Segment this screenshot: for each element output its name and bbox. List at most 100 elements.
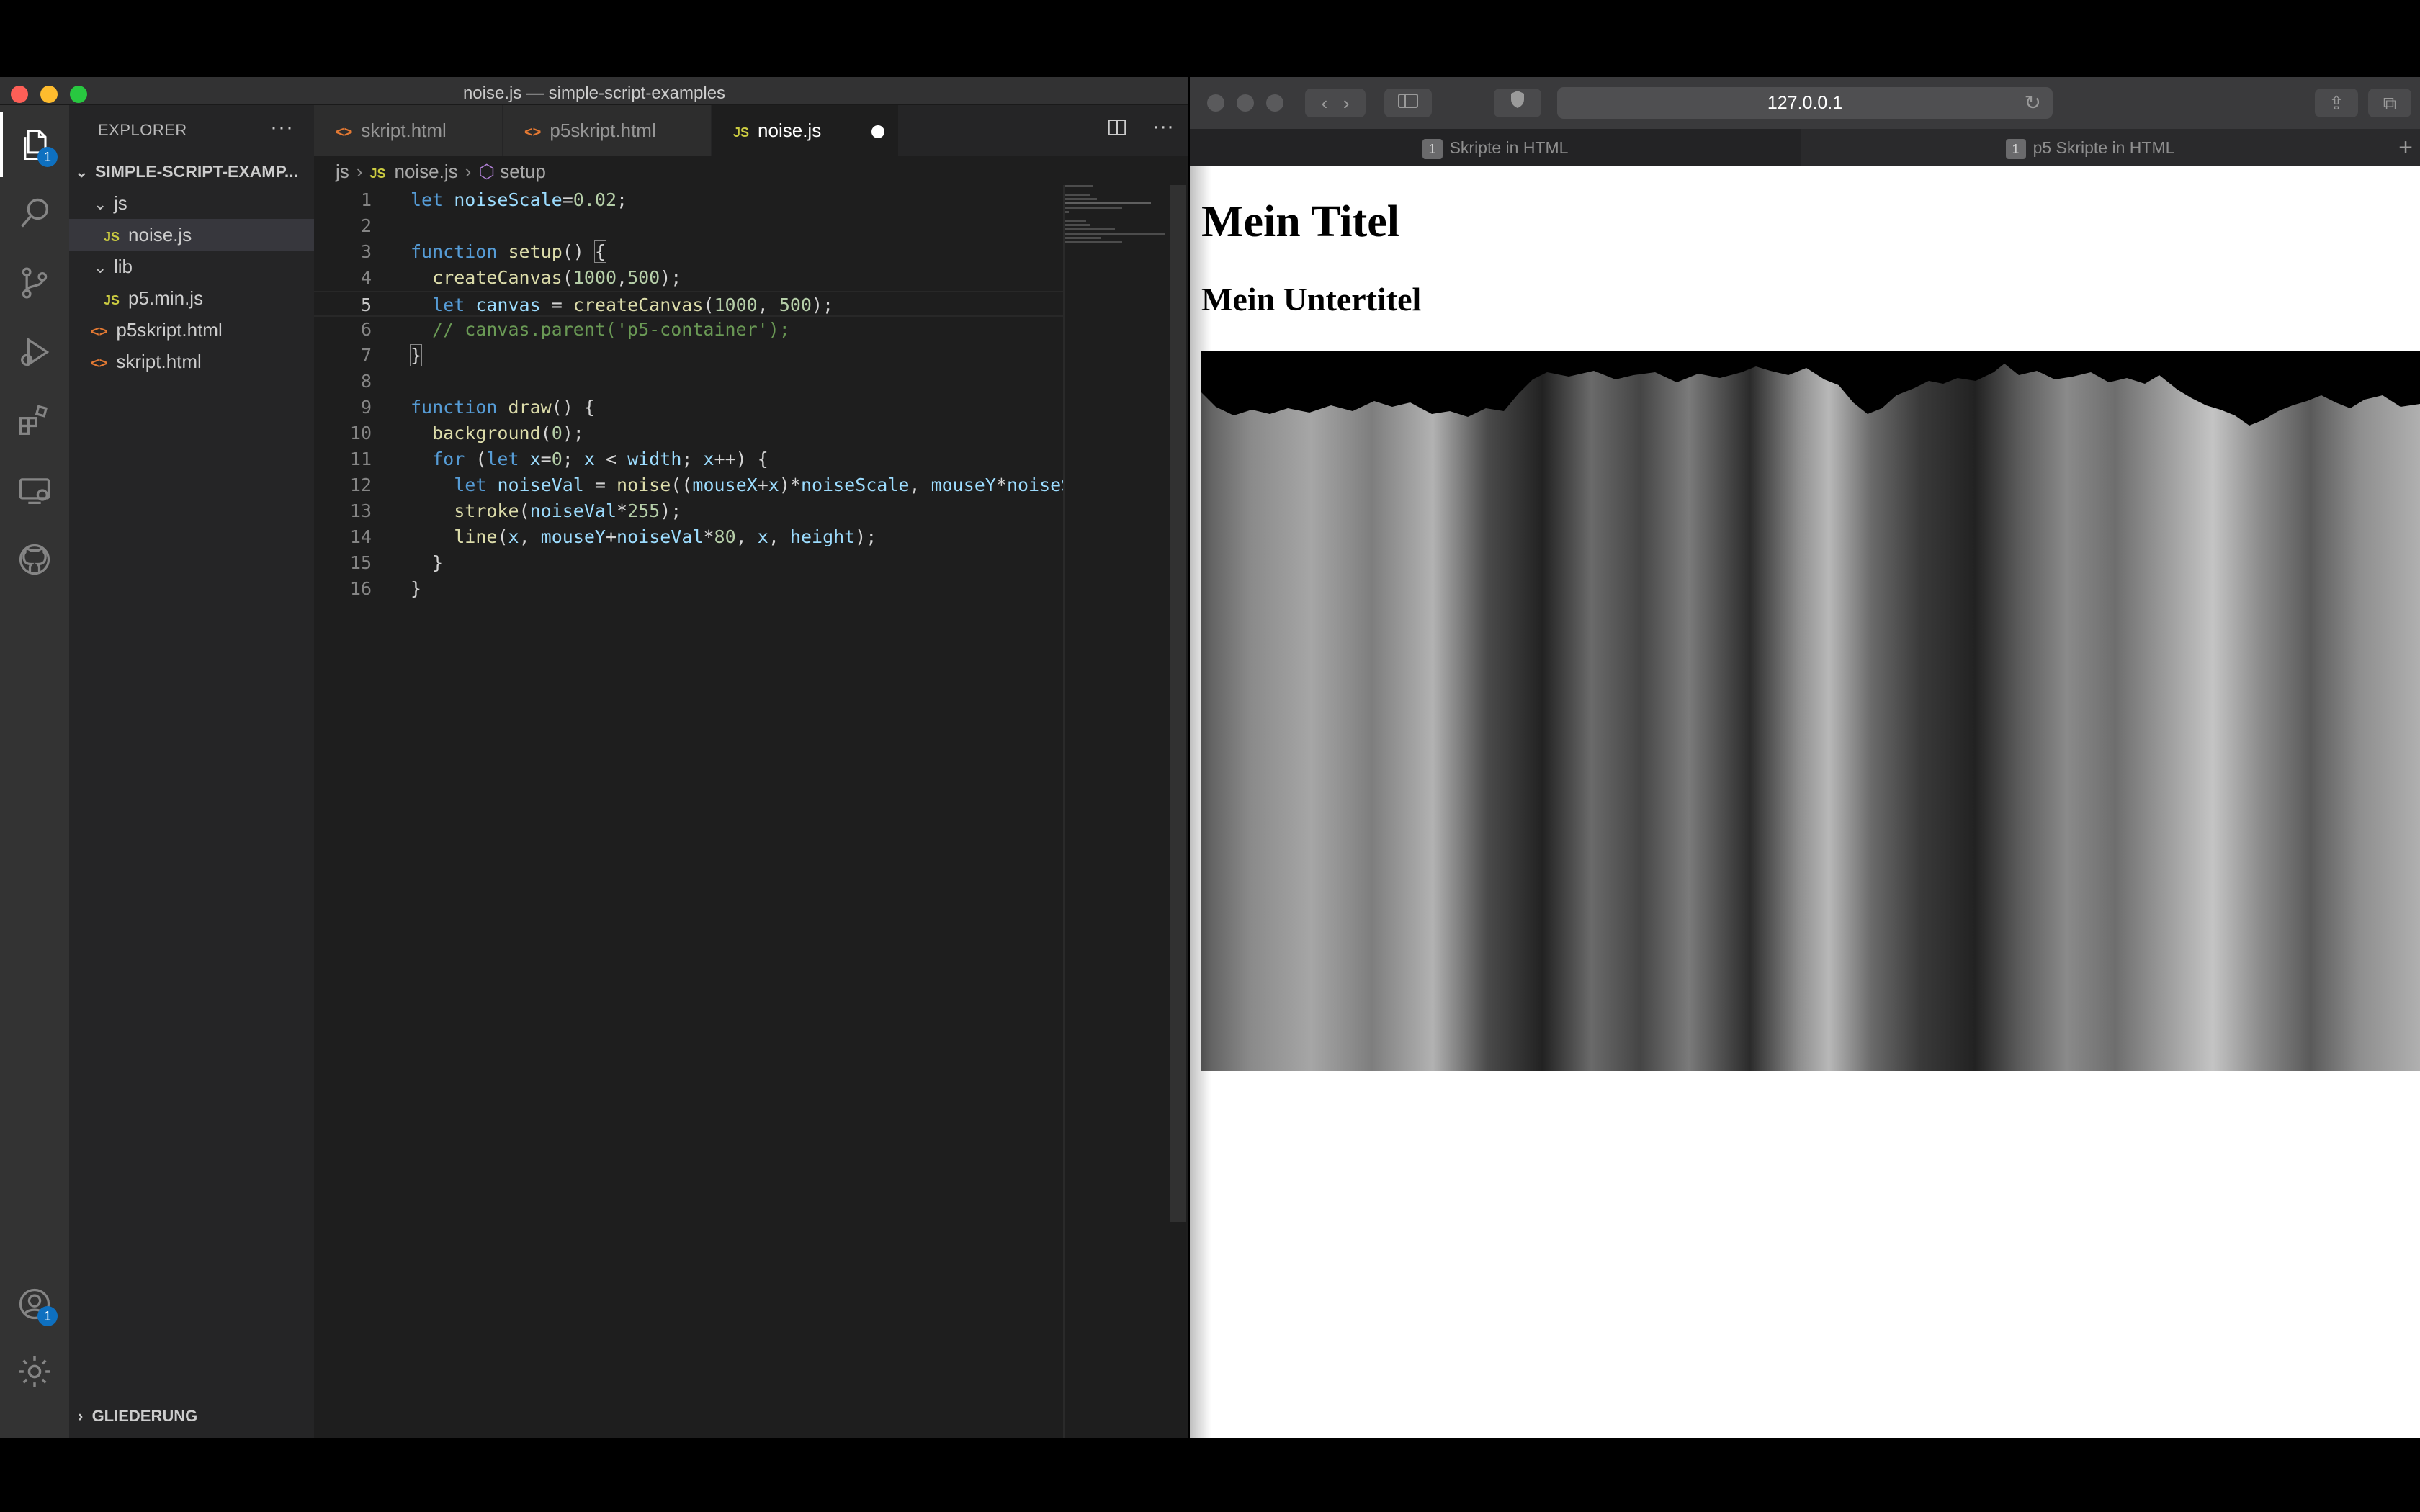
code-line: 11 for (let x=0; x < width; x++) {: [349, 449, 768, 469]
safari-tab-p5-skripte-in-html[interactable]: 1 p5 Skripte in HTML: [1802, 129, 2378, 166]
chevron-down-icon: ⌄: [94, 195, 107, 213]
html-file-icon: <>: [91, 356, 108, 372]
folder-lib[interactable]: ⌄ lib: [69, 251, 314, 282]
address-bar[interactable]: 127.0.0.1 ↻: [1557, 87, 2053, 119]
explorer-sidebar: EXPLORER ··· ⌄ SIMPLE-SCRIPT-EXAMP... ⌄ js…: [69, 105, 314, 1438]
file-noise-js[interactable]: JS noise.js: [69, 219, 314, 251]
activity-bar: 1 1: [0, 105, 69, 1438]
reload-icon[interactable]: ↻: [2025, 87, 2041, 119]
file-skript-html-label: skript.html: [116, 351, 202, 372]
noise-visualization: [1201, 351, 2420, 1071]
explorer-activity-button[interactable]: 1: [0, 112, 69, 177]
tabs-overview-icon: ⧉: [2383, 92, 2397, 114]
editor-tabs: <> skript.html <> p5skript.html JS noise.js…: [314, 105, 1188, 156]
source-control-activity-button[interactable]: [0, 251, 69, 315]
more-actions-button[interactable]: ···: [1152, 116, 1174, 144]
minimap[interactable]: [1065, 185, 1173, 329]
code-line: 13 stroke(noiseVal*255);: [349, 500, 682, 521]
remote-explorer-activity-button[interactable]: [0, 458, 69, 523]
unsaved-dot-icon[interactable]: [871, 125, 885, 139]
sidebar-toggle-button[interactable]: [1384, 89, 1432, 117]
run-debug-activity-button[interactable]: [0, 320, 69, 384]
breadcrumb-file[interactable]: noise.js: [394, 161, 457, 182]
p5-canvas[interactable]: [1201, 351, 2420, 1071]
js-file-icon: JS: [733, 125, 750, 140]
html-file-icon: <>: [336, 125, 353, 140]
code-line: 4 createCanvas(1000,500);: [360, 267, 682, 288]
code-line: 3 function setup() {: [360, 240, 606, 263]
accounts-activity-button[interactable]: 1: [0, 1272, 69, 1336]
new-tab-button[interactable]: +: [2398, 129, 2413, 166]
settings-gear-icon: [19, 1356, 50, 1387]
explorer-header: EXPLORER ···: [69, 105, 314, 156]
file-p5-min-js[interactable]: JS p5.min.js: [69, 282, 314, 314]
window-edge-shadow: [1190, 166, 1211, 1438]
page-title: Mein Titel: [1201, 197, 1399, 246]
chevron-right-icon: ›: [356, 161, 363, 182]
outline-section-header[interactable]: › GLIEDERUNG: [69, 1395, 314, 1438]
tab-favicon: 1: [2005, 138, 2026, 159]
editor-actions: ···: [1106, 116, 1174, 144]
folder-lib-label: lib: [114, 256, 133, 277]
chevron-right-icon: ›: [1343, 92, 1350, 114]
zoom-window-button[interactable]: [1266, 94, 1283, 112]
file-p5skript-html[interactable]: <> p5skript.html: [69, 314, 314, 346]
code-line: 6 // canvas.parent('p5-container');: [360, 319, 790, 340]
file-skript-html[interactable]: <> skript.html: [69, 346, 314, 377]
explorer-more-actions-button[interactable]: ···: [270, 115, 294, 140]
code-line: 14 line(x, mouseY+noiseVal*80, x, height…: [349, 526, 877, 547]
remote-explorer-icon: [19, 478, 50, 504]
tab-favicon: 1: [1422, 138, 1443, 159]
accounts-badge: 1: [37, 1306, 58, 1326]
chevron-right-icon: ›: [465, 161, 472, 182]
tab-skript-html[interactable]: <> skript.html: [314, 105, 503, 156]
extensions-icon: [19, 405, 48, 435]
folder-js[interactable]: ⌄ js: [69, 187, 314, 219]
symbol-method-icon: ⬡: [478, 161, 501, 182]
html-file-icon: <>: [524, 125, 542, 140]
split-editor-button[interactable]: [1106, 117, 1128, 144]
safari-tab-label: Skripte in HTML: [1449, 138, 1569, 157]
back-forward-buttons[interactable]: ‹ ›: [1305, 89, 1366, 117]
breadcrumb-symbol[interactable]: setup: [500, 161, 546, 182]
code-line: 15 }: [349, 552, 444, 573]
file-noise-js-label: noise.js: [128, 224, 192, 246]
code-line: 7}: [360, 344, 423, 366]
minimize-window-button[interactable]: [1237, 94, 1254, 112]
share-button[interactable]: ⇪: [2315, 89, 2358, 117]
safari-toolbar: ‹ › 127.0.0.1 ↻ ⇪ ⧉: [1190, 77, 2420, 129]
tab-label: noise.js: [758, 120, 822, 141]
js-file-icon: JS: [369, 166, 386, 181]
tab-noise-js[interactable]: JS noise.js: [712, 105, 899, 156]
breadcrumb: js › JS noise.js › ⬡ setup: [336, 156, 546, 187]
workspace-root-folder[interactable]: ⌄ SIMPLE-SCRIPT-EXAMP...: [69, 156, 314, 187]
manage-activity-button[interactable]: [0, 1339, 69, 1404]
breadcrumb-folder[interactable]: js: [336, 161, 349, 182]
folder-js-label: js: [114, 192, 127, 214]
address-text: 127.0.0.1: [1767, 93, 1843, 113]
tab-p5skript-html[interactable]: <> p5skript.html: [503, 105, 712, 156]
safari-window: ‹ › 127.0.0.1 ↻ ⇪ ⧉ 1 Skripte in HTML 1 p5…: [1190, 77, 2420, 1438]
search-icon: [21, 198, 49, 228]
github-activity-button[interactable]: [0, 527, 69, 592]
minimap-divider: [1063, 185, 1065, 1438]
vertical-scrollbar[interactable]: [1170, 185, 1186, 1222]
explorer-title: EXPLORER: [98, 121, 187, 139]
run-debug-icon: [21, 337, 50, 367]
outline-label: GLIEDERUNG: [91, 1407, 198, 1425]
window-title: noise.js — simple-script-examples: [462, 84, 726, 103]
privacy-report-button[interactable]: [1494, 89, 1541, 117]
chevron-right-icon: ›: [78, 1407, 92, 1425]
tabs-overview-button[interactable]: ⧉: [2368, 89, 2411, 117]
code-line: 9 function draw() {: [360, 397, 595, 418]
extensions-activity-button[interactable]: [0, 389, 69, 454]
shield-icon: [1511, 91, 1524, 108]
close-window-button[interactable]: [1207, 94, 1224, 112]
js-file-icon: JS: [104, 293, 120, 307]
safari-tab-skripte-in-html[interactable]: 1 Skripte in HTML: [1190, 129, 1801, 166]
code-editor[interactable]: 1 let noiseScale=0.02; 2 3 function setup(…: [314, 187, 1063, 1397]
search-activity-button[interactable]: [0, 181, 69, 246]
workspace-root-label: SIMPLE-SCRIPT-EXAMP...: [95, 162, 299, 181]
code-line: 2: [360, 215, 372, 236]
code-line: 10 background(0);: [349, 423, 584, 444]
